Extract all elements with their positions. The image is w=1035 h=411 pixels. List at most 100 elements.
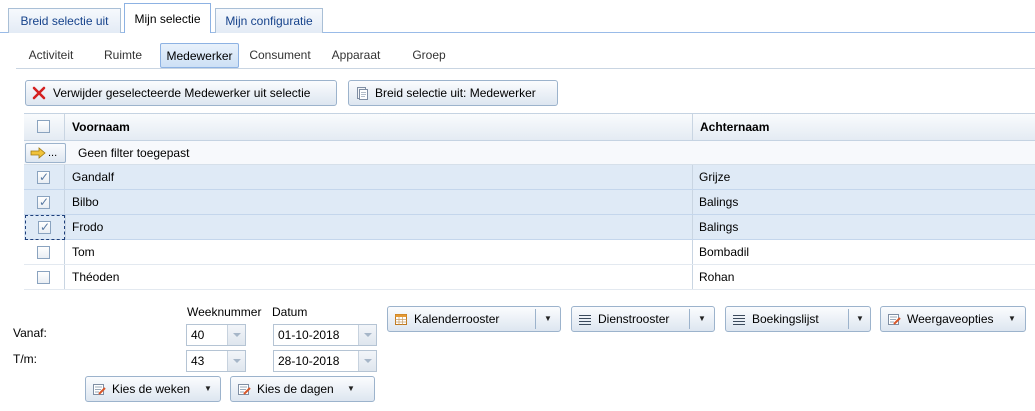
row-checkbox[interactable]	[37, 246, 50, 259]
tm-date-combo[interactable]: 28-10-2018	[273, 350, 377, 372]
chevron-down-icon[interactable]	[358, 351, 376, 371]
tab-mijn-selectie[interactable]: Mijn selectie	[124, 3, 211, 33]
weeknummer-label: Weeknummer	[187, 305, 262, 319]
table-row[interactable]: ✓ Gandalf Grijze	[24, 165, 1035, 190]
chevron-down-icon[interactable]: ▼	[544, 307, 554, 331]
row-checkbox-cell: ✓	[24, 190, 64, 215]
table-row[interactable]: Tom Bombadil	[24, 240, 1035, 265]
vanaf-week-value: 40	[191, 328, 205, 342]
column-separator	[65, 215, 66, 239]
row-checkbox[interactable]: ✓	[37, 170, 50, 184]
table-row[interactable]: ✓ Bilbo Balings	[24, 190, 1035, 215]
employee-grid: Voornaam Achternaam Geen filter toegepas…	[24, 113, 1035, 290]
subtab-apparaat[interactable]: Apparaat	[325, 43, 387, 68]
column-separator	[64, 240, 65, 264]
cell-achternaam: Rohan	[699, 270, 735, 284]
chevron-down-icon[interactable]	[227, 351, 245, 371]
filter-row: Geen filter toegepast	[24, 141, 1035, 165]
remove-from-selection-button[interactable]: Verwijder geselecteerde Medewerker uit s…	[25, 80, 337, 106]
filter-button-label: ...	[48, 147, 58, 159]
column-separator	[692, 265, 693, 289]
subtab-consument[interactable]: Consument	[243, 43, 317, 68]
cell-voornaam: Frodo	[72, 220, 104, 234]
main-tab-strip: Breid selectie uit Mijn selectie Mijn co…	[0, 0, 1035, 33]
kies-de-dagen-label: Kies de dagen	[257, 382, 334, 396]
tm-date-value: 28-10-2018	[278, 354, 340, 368]
document-icon	[357, 87, 368, 100]
filter-button[interactable]: ...	[25, 143, 66, 163]
column-separator	[64, 190, 65, 214]
column-separator	[692, 190, 693, 214]
boekingslijst-split-button[interactable]: Boekingslijst ▼	[725, 306, 871, 332]
column-separator	[692, 215, 693, 239]
tab-mijn-configuratie[interactable]: Mijn configuratie	[215, 8, 323, 33]
edit-list-icon	[888, 314, 901, 325]
cell-achternaam: Balings	[699, 220, 739, 234]
kies-de-weken-button[interactable]: Kies de weken ▼	[85, 376, 221, 402]
chevron-down-icon[interactable]	[358, 325, 376, 345]
vanaf-week-combo[interactable]: 40	[186, 324, 246, 346]
row-checkbox-cell: ✓	[24, 165, 64, 190]
tm-label: T/m:	[13, 352, 37, 366]
column-separator	[64, 165, 65, 189]
vanaf-date-combo[interactable]: 01-10-2018	[273, 324, 377, 346]
cell-voornaam: Théoden	[72, 270, 120, 284]
row-checkbox[interactable]: ✓	[37, 195, 50, 209]
column-separator	[692, 114, 693, 140]
subtab-divider	[16, 68, 1035, 69]
dienstrooster-label: Dienstrooster	[598, 312, 670, 326]
cell-achternaam: Balings	[699, 195, 739, 209]
kalenderrooster-label: Kalenderrooster	[414, 312, 500, 326]
chevron-down-icon[interactable]	[227, 325, 245, 345]
table-row[interactable]: Théoden Rohan	[24, 265, 1035, 290]
check-icon: ✓	[39, 195, 50, 209]
select-all-checkbox[interactable]	[37, 120, 50, 133]
tm-week-combo[interactable]: 43	[186, 350, 246, 372]
check-icon: ✓	[40, 220, 51, 234]
split-separator	[848, 309, 849, 329]
datum-label: Datum	[272, 305, 308, 319]
row-checkbox[interactable]	[37, 271, 50, 284]
row-checkbox[interactable]: ✓	[38, 220, 51, 234]
kalenderrooster-split-button[interactable]: Kalenderrooster ▼	[387, 306, 561, 332]
chevron-down-icon[interactable]: ▼	[698, 307, 708, 331]
chevron-down-icon[interactable]: ▼	[856, 307, 866, 331]
row-checkbox-cell	[24, 265, 64, 290]
edit-list-icon	[238, 384, 251, 395]
weergaveopties-button[interactable]: Weergaveopties ▼	[880, 306, 1026, 332]
weergaveopties-label: Weergaveopties	[907, 312, 994, 326]
cell-voornaam: Gandalf	[72, 170, 115, 184]
filter-arrow-icon	[30, 147, 46, 159]
list-icon	[733, 315, 745, 325]
column-header-achternaam[interactable]: Achternaam	[700, 114, 769, 141]
extend-selection-button[interactable]: Breid selectie uit: Medewerker	[348, 80, 558, 106]
calendar-icon	[395, 314, 407, 325]
cell-voornaam: Tom	[72, 245, 95, 259]
filter-status-text: Geen filter toegepast	[78, 146, 190, 160]
chevron-down-icon: ▼	[1008, 314, 1016, 323]
subtab-groep[interactable]: Groep	[404, 43, 454, 68]
cell-voornaam: Bilbo	[72, 195, 99, 209]
column-separator	[64, 265, 65, 289]
check-icon: ✓	[39, 170, 50, 184]
subtab-medewerker[interactable]: Medewerker	[160, 43, 239, 68]
column-separator	[692, 165, 693, 189]
split-separator	[689, 309, 690, 329]
column-separator	[64, 114, 65, 140]
kies-de-dagen-button[interactable]: Kies de dagen ▼	[230, 376, 375, 402]
vanaf-label: Vanaf:	[13, 326, 47, 340]
column-header-voornaam[interactable]: Voornaam	[72, 114, 130, 141]
split-separator	[535, 309, 536, 329]
table-row[interactable]: ✓ Frodo Balings	[24, 215, 1035, 240]
tm-week-value: 43	[191, 354, 205, 368]
column-separator	[692, 240, 693, 264]
dienstrooster-split-button[interactable]: Dienstrooster ▼	[571, 306, 715, 332]
grid-header: Voornaam Achternaam	[24, 113, 1035, 141]
red-cross-icon	[32, 86, 46, 100]
tab-breid-selectie-uit[interactable]: Breid selectie uit	[8, 8, 121, 33]
cell-achternaam: Grijze	[699, 170, 731, 184]
list-icon	[579, 315, 591, 325]
extend-button-label: Breid selectie uit: Medewerker	[375, 86, 536, 100]
subtab-activiteit[interactable]: Activiteit	[20, 43, 82, 68]
subtab-ruimte[interactable]: Ruimte	[96, 43, 150, 68]
